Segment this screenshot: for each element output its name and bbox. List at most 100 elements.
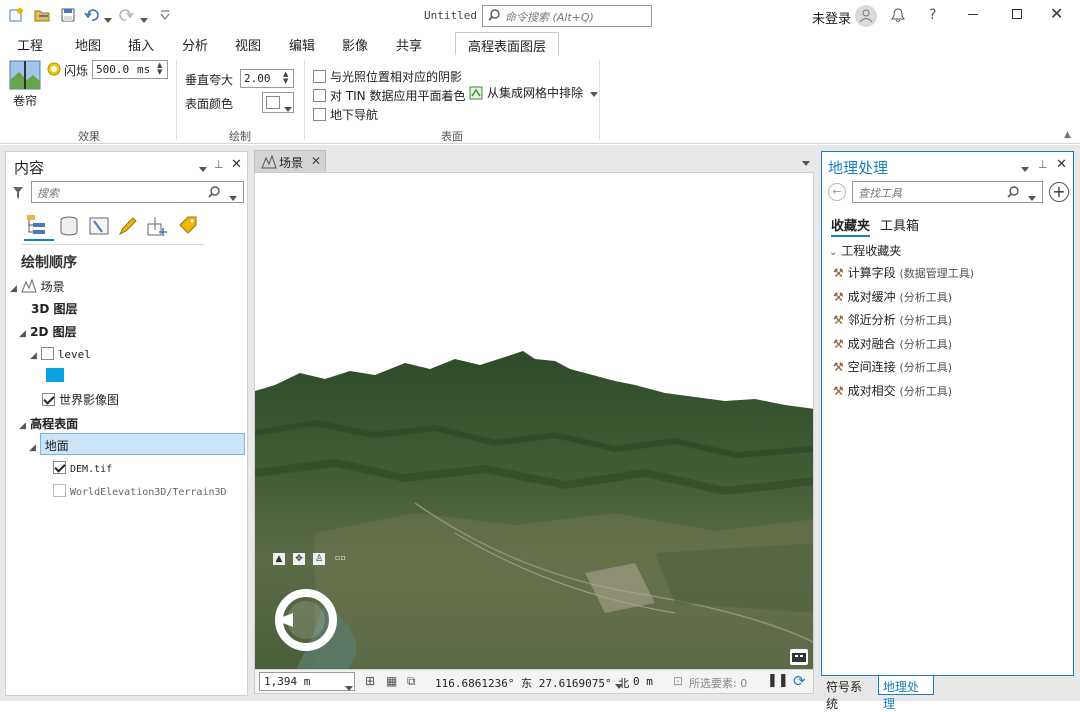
tab-toolboxes[interactable]: 工具箱 <box>880 215 919 234</box>
tab-edit[interactable]: 编辑 <box>289 35 315 54</box>
tab-insert[interactable]: 插入 <box>128 35 154 54</box>
maximize-button[interactable] <box>1012 9 1022 19</box>
sign-in-status[interactable]: 未登录 <box>812 8 851 27</box>
navigator-fullextent-icon[interactable]: ✥ <box>293 553 305 565</box>
terrain-visibility-checkbox[interactable] <box>53 484 66 497</box>
level-visibility-checkbox[interactable] <box>40 347 54 360</box>
scene-viewport[interactable]: ▲ ✥ ♙ ▫▫ <box>254 172 814 670</box>
tab-scene-view[interactable]: 场景 ✕ <box>254 150 326 172</box>
collapse-ribbon-icon[interactable]: ▲ <box>1064 130 1071 140</box>
tool-item[interactable]: ⚒ 成对相交 (分析工具) <box>833 382 952 399</box>
list-by-data-source-icon[interactable] <box>58 215 80 240</box>
navigator-mode-icon[interactable]: ▫▫ <box>335 553 346 562</box>
list-by-labeling-icon[interactable] <box>177 215 199 240</box>
tab-imagery[interactable]: 影像 <box>342 35 368 54</box>
list-by-selection-icon[interactable] <box>88 215 110 240</box>
navigator-up-icon[interactable]: ▲ <box>273 553 285 565</box>
table-icon[interactable]: ▦ <box>386 674 397 688</box>
expand-triangle-icon[interactable]: ◢ <box>10 284 17 294</box>
tree-item-imagery[interactable]: 世界影像图 <box>42 391 119 408</box>
close-icon[interactable]: ✕ <box>311 154 321 168</box>
camera-icon[interactable] <box>790 649 808 665</box>
surface-color-picker[interactable] <box>262 92 294 113</box>
customize-toolbar-icon[interactable] <box>158 8 172 22</box>
navigator-compass[interactable] <box>273 587 339 653</box>
tree-item-terrain[interactable]: WorldElevation3D/Terrain3D <box>53 484 227 498</box>
list-by-drawing-order-icon[interactable] <box>24 213 54 241</box>
pane-options-icon[interactable] <box>199 161 207 175</box>
list-by-snapping-icon[interactable] <box>146 215 168 240</box>
expand-triangle-icon[interactable]: ◢ <box>19 421 26 431</box>
view-tabs-dropdown-icon[interactable] <box>802 155 810 169</box>
tree-item-2d-layers[interactable]: ◢ 2D 图层 <box>19 323 77 340</box>
redo-dropdown-icon[interactable] <box>140 12 148 26</box>
open-folder-icon[interactable] <box>34 7 50 23</box>
tool-item[interactable]: ⚒ 成对融合 (分析工具) <box>833 335 952 352</box>
flicker-icon[interactable] <box>47 62 61 79</box>
user-avatar[interactable] <box>855 5 877 27</box>
flicker-spin-icon[interactable]: ▲ ▼ <box>157 62 162 76</box>
expand-triangle-icon[interactable]: ◢ <box>30 351 37 361</box>
tree-item-3d-layers[interactable]: 3D 图层 <box>31 300 78 317</box>
project-favorites-group[interactable]: ⌄ 工程收藏夹 <box>829 242 901 259</box>
chevron-down-icon[interactable] <box>1028 190 1036 204</box>
refresh-icon[interactable]: ⟳ <box>793 672 806 690</box>
scale-input[interactable]: 1,394 m <box>259 672 355 691</box>
find-tools-input[interactable]: 查找工具 <box>852 181 1043 203</box>
tree-item-elevation-surfaces[interactable]: ◢ 高程表面 <box>19 415 78 432</box>
exclude-from-mesh-button[interactable]: 从集成网格中排除 <box>469 84 598 101</box>
tree-item-scene[interactable]: ◢ 场景 <box>10 278 65 295</box>
vertical-exaggeration-input[interactable]: 2.00 ▲ ▼ <box>240 69 294 88</box>
tab-favorites[interactable]: 收藏夹 <box>831 215 871 237</box>
tab-map[interactable]: 地图 <box>75 35 101 54</box>
chevron-down-icon[interactable] <box>615 678 623 692</box>
tab-project[interactable]: 工程 <box>17 35 43 54</box>
snapping-icon[interactable]: ⧉ <box>407 674 416 689</box>
tab-share[interactable]: 共享 <box>396 35 422 54</box>
shadow-checkbox[interactable] <box>313 70 326 83</box>
expand-triangle-icon[interactable]: ◢ <box>29 443 36 453</box>
search-icon[interactable] <box>208 186 220 201</box>
add-icon[interactable]: + <box>1049 182 1069 202</box>
command-search-box[interactable]: 命令搜索 (Alt+Q) <box>482 5 652 27</box>
imagery-visibility-checkbox[interactable] <box>42 393 55 406</box>
list-by-editing-icon[interactable] <box>117 215 139 240</box>
tool-item[interactable]: ⚒ 邻近分析 (分析工具) <box>833 311 952 328</box>
pause-drawing-button[interactable]: ❚❚ <box>767 673 789 688</box>
pane-options-icon[interactable] <box>1021 161 1029 175</box>
expand-triangle-icon[interactable]: ◢ <box>19 329 26 339</box>
notification-bell-icon[interactable] <box>890 7 906 26</box>
tin-flat-shading-option[interactable]: 对 TIN 数据应用平面着色 <box>313 87 465 104</box>
tab-geoprocessing[interactable]: 地理处理 <box>878 676 934 711</box>
undo-icon[interactable] <box>84 7 100 23</box>
chevron-down-icon[interactable]: ⌄ <box>829 247 837 258</box>
pin-icon[interactable]: ⊥ <box>1038 158 1048 171</box>
close-icon[interactable]: ✕ <box>231 157 242 172</box>
dem-visibility-checkbox[interactable] <box>53 461 66 474</box>
tool-item[interactable]: ⚒ 计算字段 (数据管理工具) <box>833 264 974 281</box>
help-icon[interactable]: ? <box>929 7 936 23</box>
shadow-option[interactable]: 与光照位置相对应的阴影 <box>313 68 462 85</box>
new-project-icon[interactable] <box>8 7 24 23</box>
tool-item[interactable]: ⚒ 成对缓冲 (分析工具) <box>833 288 952 305</box>
grid-toggle-icon[interactable]: ⊞ <box>365 674 375 688</box>
close-window-button[interactable]: ✕ <box>1050 6 1063 22</box>
tree-item-ground[interactable]: ◢ 地面 <box>29 437 69 454</box>
chevron-down-icon[interactable] <box>345 680 353 694</box>
save-icon[interactable] <box>60 7 76 23</box>
exaggeration-spin-icon[interactable]: ▲ ▼ <box>283 71 288 85</box>
tool-item[interactable]: ⚒ 空间连接 (分析工具) <box>833 358 952 375</box>
underground-navigation-checkbox[interactable] <box>313 108 326 121</box>
undo-dropdown-icon[interactable] <box>104 12 112 26</box>
tab-analysis[interactable]: 分析 <box>182 35 208 54</box>
close-icon[interactable]: ✕ <box>1056 157 1067 172</box>
filter-icon[interactable] <box>12 186 24 203</box>
pin-icon[interactable]: ⊥ <box>214 158 224 171</box>
tree-item-dem[interactable]: DEM.tif <box>53 461 112 475</box>
contents-search-input[interactable]: 搜索 <box>31 181 244 203</box>
swipe-icon[interactable] <box>9 60 41 90</box>
redo-icon[interactable] <box>118 7 134 23</box>
search-icon[interactable] <box>1007 186 1019 201</box>
navigator-walk-icon[interactable]: ♙ <box>313 553 325 565</box>
minimize-button[interactable] <box>968 14 978 15</box>
